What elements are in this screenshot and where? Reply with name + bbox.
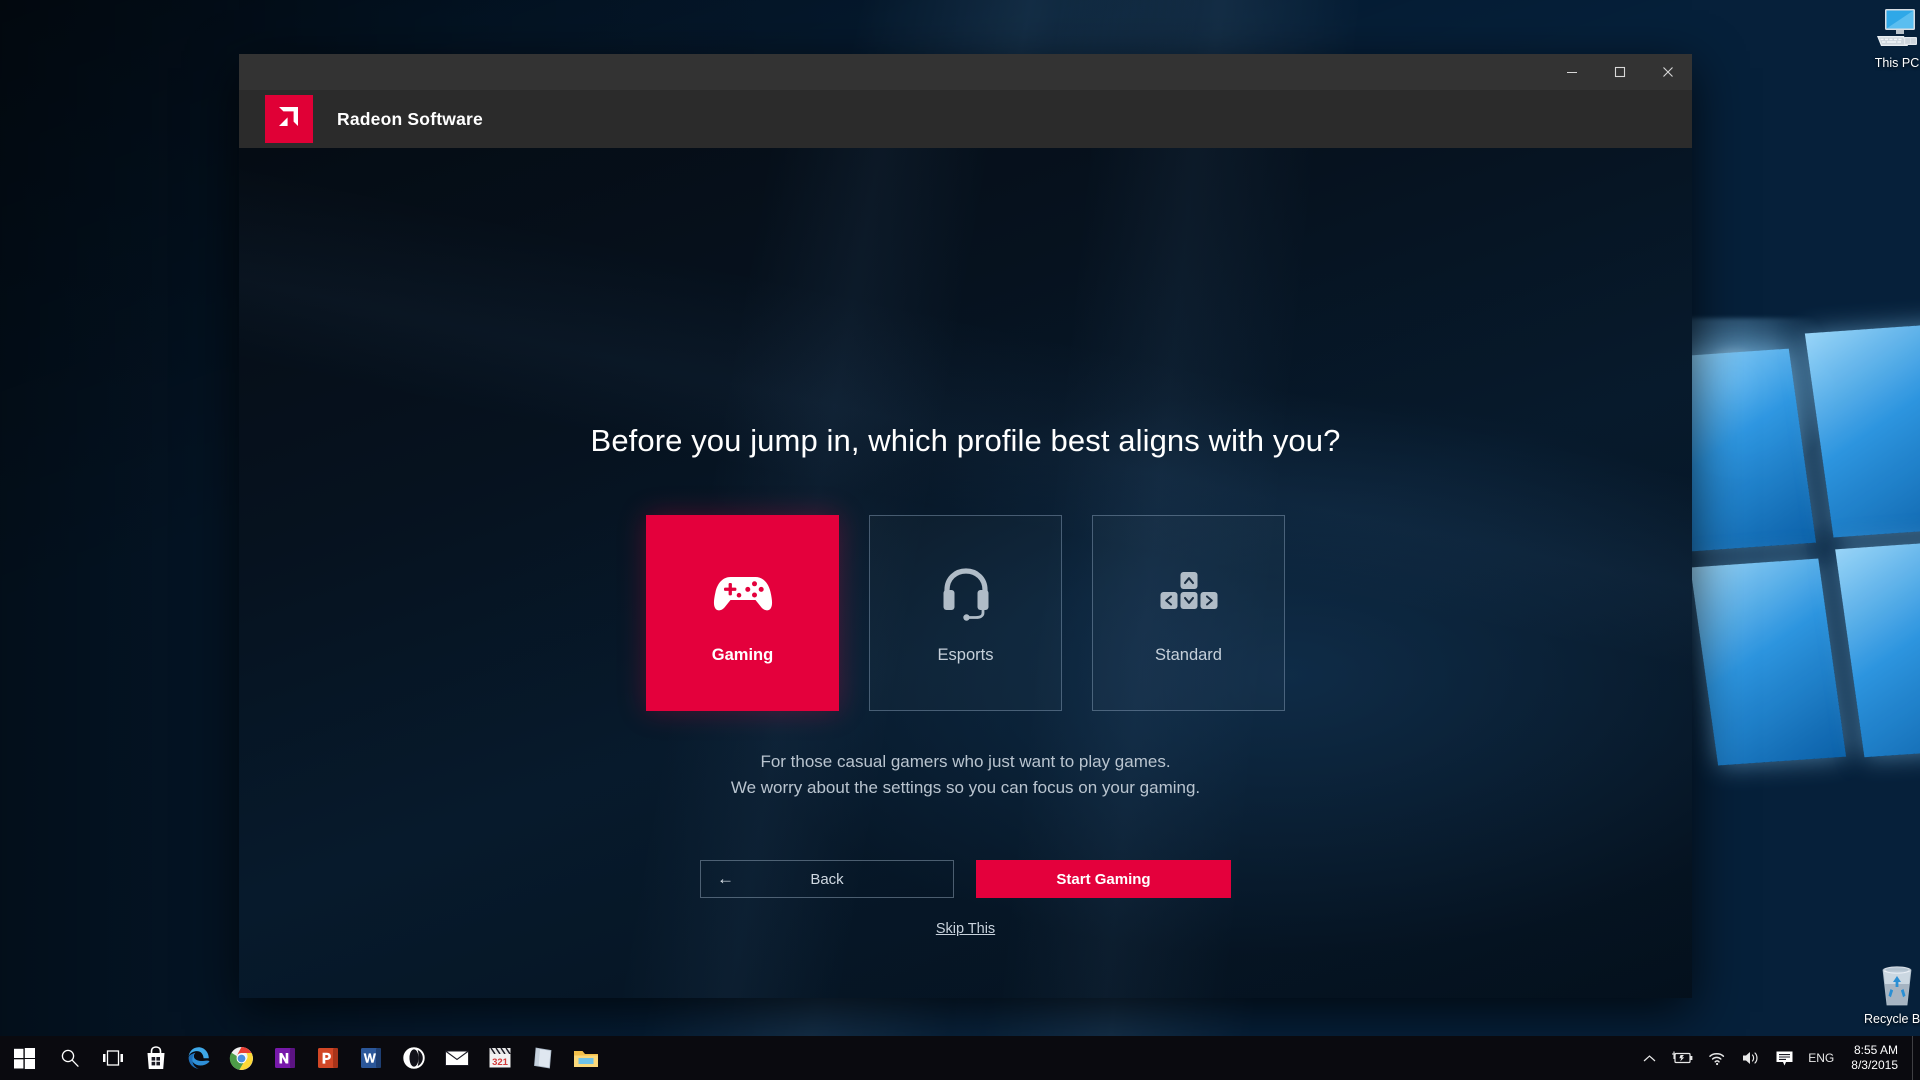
wifi-icon[interactable] [1701, 1036, 1734, 1080]
movies-icon[interactable]: 321 [478, 1036, 521, 1080]
back-button-label: Back [701, 871, 953, 888]
desktop-icon-label: This PC [1875, 56, 1919, 70]
maximize-button[interactable] [1596, 54, 1644, 90]
skip-this-link[interactable]: Skip This [936, 921, 995, 937]
amd-radeon-logo [265, 95, 313, 143]
page-headline: Before you jump in, which profile best a… [239, 148, 1692, 459]
profile-card-gaming[interactable]: Gaming [646, 515, 839, 711]
profile-description: For those casual gamers who just want to… [239, 749, 1692, 800]
arrow-keys-icon [1158, 562, 1220, 624]
powerpoint-icon[interactable] [306, 1036, 349, 1080]
recycle-bin-icon [1852, 962, 1920, 1008]
speaker-icon[interactable] [1734, 1036, 1768, 1080]
window-controls-bar [239, 54, 1692, 90]
profile-card-label: Standard [1155, 646, 1222, 665]
battery-charging-icon[interactable] [1663, 1036, 1701, 1080]
skip-this-container: Skip This [239, 920, 1692, 938]
app-title: Radeon Software [337, 109, 483, 130]
computer-icon [1852, 6, 1920, 52]
desktop-icon-recycle-bin[interactable]: Recycle Bin [1852, 962, 1920, 1028]
desktop-icon-label: Recycle Bin [1864, 1012, 1920, 1026]
task-view-icon[interactable] [91, 1036, 134, 1080]
radeon-software-window: Radeon Software Before you jump in, whic… [239, 54, 1692, 998]
window-titlebar: Radeon Software [239, 90, 1692, 148]
minimize-button[interactable] [1548, 54, 1596, 90]
close-button[interactable] [1644, 54, 1692, 90]
profile-card-standard[interactable]: Standard [1092, 515, 1285, 711]
start-button[interactable] [0, 1036, 48, 1080]
desktop-icon-this-pc[interactable]: This PC [1852, 6, 1920, 72]
store-icon[interactable] [134, 1036, 177, 1080]
taskbar-items: 321 [0, 1036, 607, 1080]
windows-logo-wallpaper [1661, 337, 1920, 774]
notification-icon[interactable] [1768, 1036, 1801, 1080]
onenote-icon[interactable] [263, 1036, 306, 1080]
profile-card-esports[interactable]: Esports [869, 515, 1062, 711]
svg-text:321: 321 [492, 1057, 509, 1068]
taskbar: 321 [0, 1036, 1920, 1080]
description-line-1: For those casual gamers who just want to… [239, 749, 1692, 775]
search-icon[interactable] [48, 1036, 91, 1080]
system-tray: ENG 8:55 AM 8/3/2015 [1636, 1036, 1920, 1080]
description-line-2: We worry about the settings so you can f… [239, 775, 1692, 801]
show-desktop-button[interactable] [1912, 1036, 1920, 1080]
word-icon[interactable] [349, 1036, 392, 1080]
arrow-left-icon: ← [717, 869, 734, 889]
clock-time: 8:55 AM [1851, 1043, 1898, 1058]
edge-icon[interactable] [177, 1036, 220, 1080]
wallpaper-light-glow [1672, 318, 1872, 478]
clock-date: 8/3/2015 [1851, 1058, 1898, 1073]
language-indicator[interactable]: ENG [1801, 1036, 1841, 1080]
opera-icon[interactable] [392, 1036, 435, 1080]
profile-card-label: Gaming [712, 646, 773, 665]
window-content: Before you jump in, which profile best a… [239, 148, 1692, 998]
gamepad-icon [710, 562, 776, 624]
profile-card-label: Esports [938, 646, 994, 665]
folder-icon[interactable] [564, 1036, 607, 1080]
clock[interactable]: 8:55 AM 8/3/2015 [1841, 1036, 1912, 1080]
sticky-notes-icon[interactable] [521, 1036, 564, 1080]
profile-cards-group: Gaming Esports [239, 515, 1692, 711]
action-buttons: ← Back Start Gaming [239, 860, 1692, 898]
back-button[interactable]: ← Back [700, 860, 954, 898]
headset-icon [938, 562, 994, 624]
tray-chevron-icon[interactable] [1636, 1036, 1663, 1080]
start-gaming-button[interactable]: Start Gaming [976, 860, 1231, 898]
chrome-icon[interactable] [220, 1036, 263, 1080]
mail-icon[interactable] [435, 1036, 478, 1080]
